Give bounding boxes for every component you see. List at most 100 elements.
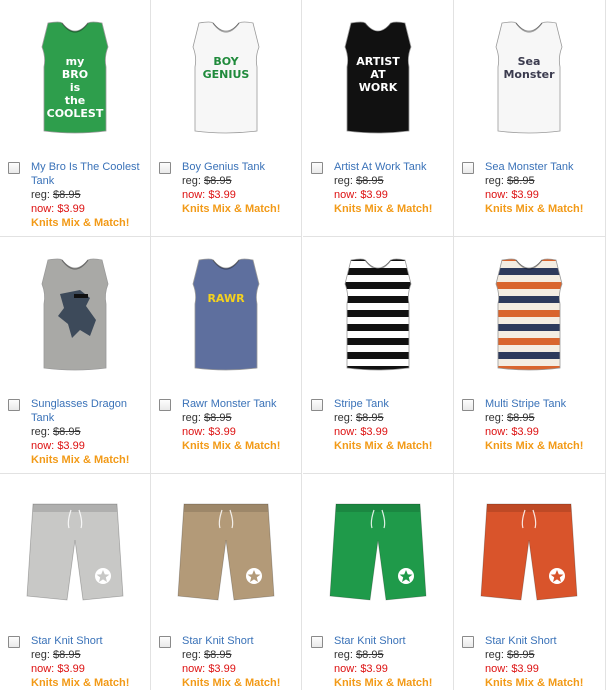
sale-price: now: $3.99 [182, 188, 294, 202]
sale-price-value: $3.99 [208, 663, 236, 675]
product-name-link[interactable]: Boy Genius Tank [182, 160, 294, 174]
shirt-graphic-text: COOLEST [47, 107, 104, 120]
product-name-link[interactable]: My Bro Is The Coolest Tank [31, 160, 143, 188]
sale-price-label: now: [485, 663, 509, 675]
compare-checkbox[interactable] [8, 162, 20, 174]
sale-price-value: $3.99 [57, 203, 85, 215]
promo-text: Knits Mix & Match! [485, 440, 584, 452]
product-name-link[interactable]: Stripe Tank [334, 397, 446, 411]
regular-price-label: reg: [182, 175, 201, 187]
compare-checkbox[interactable] [311, 399, 323, 411]
sale-price-value: $3.99 [511, 426, 539, 438]
regular-price-label: reg: [334, 649, 353, 661]
sale-price-label: now: [182, 663, 206, 675]
compare-checkbox[interactable] [159, 399, 171, 411]
sale-price: now: $3.99 [334, 425, 446, 439]
shorts-body [177, 503, 275, 601]
compare-checkbox[interactable] [8, 636, 20, 648]
product-name-link[interactable]: Star Knit Short [485, 634, 597, 648]
promo-text: Knits Mix & Match! [334, 440, 433, 452]
regular-price: reg: $8.95 [334, 174, 446, 188]
regular-price-value: $8.95 [507, 412, 535, 424]
regular-price: reg: $8.95 [334, 411, 446, 425]
sale-price-label: now: [334, 663, 358, 675]
shirt-graphic-text: is [70, 81, 81, 94]
product-info: Star Knit Short reg: $8.95 now: $3.99 Knits… [485, 634, 597, 690]
shorts-body [329, 503, 427, 601]
promo-text: Knits Mix & Match! [31, 677, 130, 689]
product-card: ARTIST AT WORK Artist At Work Tank reg: $8.9… [303, 0, 454, 237]
product-image[interactable] [10, 249, 140, 379]
product-info: Rawr Monster Tank reg: $8.95 now: $3.99 Kni… [182, 397, 294, 453]
product-name-link[interactable]: Rawr Monster Tank [182, 397, 294, 411]
regular-price-value: $8.95 [507, 175, 535, 187]
promo-text: Knits Mix & Match! [182, 440, 281, 452]
compare-checkbox[interactable] [462, 399, 474, 411]
promo-text: Knits Mix & Match! [31, 454, 130, 466]
product-card: my BRO is the COOLEST My Bro Is The Coolest T… [0, 0, 151, 237]
sale-price-label: now: [334, 426, 358, 438]
compare-checkbox[interactable] [8, 399, 20, 411]
regular-price-label: reg: [31, 426, 50, 438]
product-image[interactable] [10, 486, 140, 616]
product-image[interactable] [313, 249, 443, 379]
product-name-link[interactable]: Star Knit Short [334, 634, 446, 648]
product-image[interactable]: BOY GENIUS [161, 12, 291, 142]
product-card: Stripe Tank reg: $8.95 now: $3.99 Knits Mix… [303, 237, 454, 474]
shirt-graphic-text: my [66, 55, 85, 68]
product-info: Artist At Work Tank reg: $8.95 now: $3.99 K… [334, 160, 446, 216]
sale-price: now: $3.99 [485, 188, 597, 202]
sale-price: now: $3.99 [485, 425, 597, 439]
sale-price: now: $3.99 [182, 662, 294, 676]
compare-checkbox[interactable] [462, 636, 474, 648]
sale-price: now: $3.99 [31, 439, 143, 453]
sale-price-label: now: [182, 426, 206, 438]
product-name-link[interactable]: Star Knit Short [182, 634, 294, 648]
sale-price-label: now: [31, 440, 55, 452]
regular-price-label: reg: [182, 412, 201, 424]
sale-price-value: $3.99 [360, 189, 388, 201]
product-name-link[interactable]: Star Knit Short [31, 634, 143, 648]
sale-price-value: $3.99 [57, 440, 85, 452]
sale-price-value: $3.99 [360, 663, 388, 675]
product-name-link[interactable]: Sea Monster Tank [485, 160, 597, 174]
regular-price-value: $8.95 [53, 426, 81, 438]
product-image[interactable] [464, 249, 594, 379]
product-image[interactable]: RAWR [161, 249, 291, 379]
compare-checkbox[interactable] [159, 162, 171, 174]
sale-price: now: $3.99 [334, 188, 446, 202]
product-card: Multi Stripe Tank reg: $8.95 now: $3.99 Kni… [454, 237, 605, 474]
sale-price-value: $3.99 [511, 663, 539, 675]
product-image[interactable]: Sea Monster [464, 12, 594, 142]
regular-price: reg: $8.95 [182, 174, 294, 188]
regular-price: reg: $8.95 [334, 648, 446, 662]
product-name-link[interactable]: Artist At Work Tank [334, 160, 446, 174]
promo-text: Knits Mix & Match! [334, 203, 433, 215]
product-image[interactable] [464, 486, 594, 616]
product-image[interactable]: my BRO is the COOLEST [10, 12, 140, 142]
product-image[interactable] [161, 486, 291, 616]
compare-checkbox[interactable] [462, 162, 474, 174]
compare-checkbox[interactable] [311, 636, 323, 648]
sale-price-label: now: [31, 203, 55, 215]
product-name-link[interactable]: Multi Stripe Tank [485, 397, 597, 411]
regular-price-value: $8.95 [356, 175, 384, 187]
product-card: RAWR Rawr Monster Tank reg: $8.95 now: $3.9… [151, 237, 302, 474]
sale-price: now: $3.99 [334, 662, 446, 676]
compare-checkbox[interactable] [311, 162, 323, 174]
product-image[interactable]: ARTIST AT WORK [313, 12, 443, 142]
compare-checkbox[interactable] [159, 636, 171, 648]
sale-price-value: $3.99 [360, 426, 388, 438]
regular-price-value: $8.95 [356, 649, 384, 661]
sale-price-label: now: [485, 426, 509, 438]
shirt-graphic-text: WORK [359, 81, 398, 94]
regular-price-label: reg: [334, 175, 353, 187]
regular-price-label: reg: [485, 175, 504, 187]
sale-price: now: $3.99 [485, 662, 597, 676]
sale-price: now: $3.99 [31, 202, 143, 216]
product-name-link[interactable]: Sunglasses Dragon Tank [31, 397, 143, 425]
product-info: Stripe Tank reg: $8.95 now: $3.99 Knits Mix… [334, 397, 446, 453]
product-image[interactable] [313, 486, 443, 616]
regular-price-label: reg: [485, 412, 504, 424]
product-card: BOY GENIUS Boy Genius Tank reg: $8.95 now: $… [151, 0, 302, 237]
